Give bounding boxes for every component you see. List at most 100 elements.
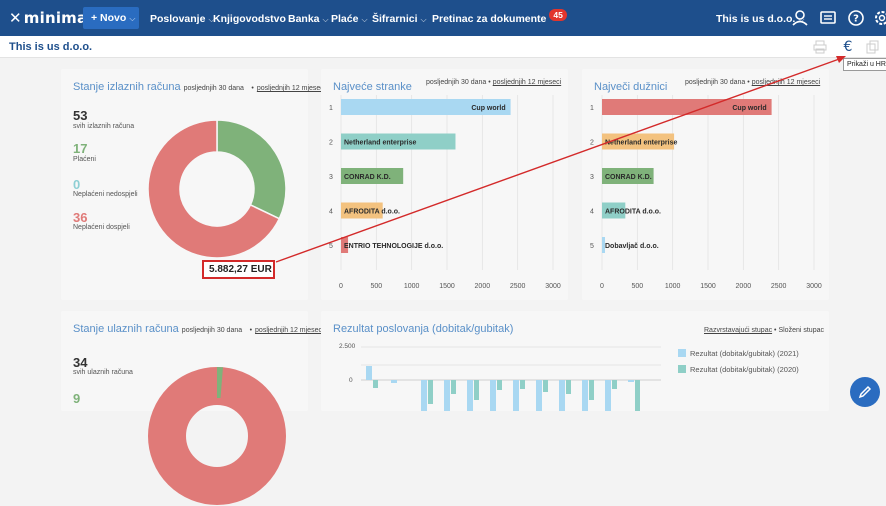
svg-text:€: € <box>844 39 853 55</box>
bar-label: CONRAD K.D. <box>605 174 652 181</box>
mode-stacked-link[interactable]: Složeni stupac <box>778 327 824 334</box>
chevron-down-icon: ⌵ <box>361 15 368 24</box>
top-clients-chart: 0 500 1000 1500 2000 2500 3000 1 Cup world 2 Nethe… <box>329 95 561 290</box>
period-12-link[interactable]: posljednjih 12 mjeseci <box>752 79 820 86</box>
menu-knjigovodstvo[interactable]: Knjigovodstvo ⌵ <box>213 13 295 25</box>
settings-icon[interactable] <box>872 8 886 28</box>
rank-label: 2 <box>590 140 594 147</box>
page-title: This is us d.o.o. <box>9 41 93 53</box>
chevron-down-icon: ⌵ <box>129 14 136 23</box>
menu-banka[interactable]: Banka ⌵ <box>288 13 329 25</box>
help-icon[interactable]: ? <box>846 8 866 28</box>
bar-label: AFRODITA d.o.o. <box>605 209 661 216</box>
outgoing-invoices-donut <box>147 119 287 259</box>
bar-label: Cup world <box>471 105 505 112</box>
rank-label: 3 <box>590 174 594 181</box>
result-chart-plot <box>361 346 661 411</box>
result-bar <box>559 380 565 411</box>
result-bar <box>391 380 397 383</box>
menu-place[interactable]: Plaće ⌵ <box>331 13 368 25</box>
x-tick-label: 1500 <box>439 283 455 290</box>
mode-grouped-link[interactable]: Razvrstavajući stupac <box>704 327 772 334</box>
result-bar <box>612 380 617 389</box>
period-12-link[interactable]: posljednjih 12 mjeseci <box>255 327 323 334</box>
rank-label: 4 <box>329 209 333 216</box>
x-tick-label: 1000 <box>404 283 420 290</box>
menu-sifrarnici[interactable]: Šifrarnici ⌵ <box>372 13 427 25</box>
x-tick-label: 3000 <box>806 283 822 290</box>
bar-label: Dobavljač d.o.o. <box>605 243 659 250</box>
stat-paid-label: Plaćeni <box>73 156 96 163</box>
pencil-icon <box>858 385 872 399</box>
currency-euro-icon[interactable]: € <box>840 38 856 55</box>
card-header: Stanje ulaznih računa posljednjih 30 dana… <box>73 319 324 337</box>
top-debtors-card: Največi dužnici posljednjih 30 dana • po… <box>582 69 829 300</box>
inbox-count-badge: 45 <box>549 9 567 21</box>
x-tick-label: 500 <box>631 283 643 290</box>
new-button[interactable]: + Novo ⌵ <box>83 7 139 29</box>
chevron-down-icon: ⌵ <box>420 15 427 24</box>
menu-poslovanje[interactable]: Poslovanje ⌵ <box>150 13 215 25</box>
menu-document-inbox[interactable]: Pretinac za dokumente 45 <box>432 9 567 25</box>
card-title: Stanje ulaznih računa <box>73 323 179 335</box>
x-tick-label: 2500 <box>771 283 787 290</box>
stat-unpaid-due-label: Neplaćeni dospjeli <box>73 224 130 231</box>
x-tick-label: 2000 <box>736 283 752 290</box>
result-bar <box>444 380 450 411</box>
bar-label: Cup world <box>732 105 766 112</box>
donut-segment-plaćeni <box>216 119 287 220</box>
result-bar <box>428 380 433 404</box>
legend-item-2020[interactable]: Rezultat (dobitak/gubitak) (2020) <box>678 365 799 374</box>
period-12-link[interactable]: posljednjih 12 mjeseci <box>493 79 561 86</box>
legend-swatch <box>678 349 686 357</box>
period-30-link[interactable]: posljednjih 30 dana <box>182 327 242 334</box>
period-30-link[interactable]: posljednjih 30 dana <box>426 79 486 86</box>
bar-label: Netherland enterprise <box>344 140 416 147</box>
bar-label: AFRODITA d.o.o. <box>344 209 400 216</box>
incoming-invoices-donut <box>148 367 286 505</box>
result-bar <box>605 380 611 411</box>
separator: • <box>251 85 254 92</box>
bar-label: Netherland enterprise <box>605 140 677 147</box>
legend-item-2021[interactable]: Rezultat (dobitak/gubitak) (2021) <box>678 349 799 358</box>
rank-label: 4 <box>590 209 594 216</box>
x-tick-label: 0 <box>600 283 604 290</box>
user-icon[interactable] <box>790 8 810 28</box>
x-tick-label: 1000 <box>665 283 681 290</box>
bar-label: ENTRIO TEHNOLOGIJE d.o.o. <box>344 243 443 250</box>
result-bar <box>467 380 473 411</box>
donut-segment-unpaid <box>148 367 286 505</box>
svg-text:?: ? <box>853 14 859 25</box>
card-title: Stanje izlaznih računa <box>73 81 181 93</box>
stat-unpaid-notdue-label: Neplaćeni nedospjeli <box>73 191 138 198</box>
currency-tooltip: Prikaži u HRK <box>843 58 886 71</box>
copy-icon[interactable] <box>866 40 880 54</box>
x-tick-label: 1500 <box>700 283 716 290</box>
rank-label: 1 <box>590 105 594 112</box>
card-header: Stanje izlaznih računa posljednjih 30 dan… <box>73 77 325 95</box>
period-30-link[interactable]: posljednjih 30 dana <box>685 79 745 86</box>
result-bar <box>497 380 502 390</box>
result-bar <box>474 380 479 400</box>
x-tick-label: 2500 <box>510 283 526 290</box>
separator: • <box>488 79 491 86</box>
messages-icon[interactable] <box>818 8 838 28</box>
rank-label: 5 <box>590 243 594 250</box>
y-tick-zero: 0 <box>349 377 353 384</box>
card-title: Najveće stranke <box>333 81 412 93</box>
card-header: Rezultat poslovanja (dobitak/gubitak) <box>333 319 513 337</box>
result-bar <box>490 380 496 411</box>
top-navigation-bar: ✕ minimax + Novo ⌵ Poslovanje ⌵ Knjigovodst… <box>0 0 886 36</box>
stat-paid-value: 17 <box>73 141 88 156</box>
top-debtors-chart: 0 500 1000 1500 2000 2500 3000 1 Cup world 2 Nethe… <box>590 95 822 290</box>
rank-label: 5 <box>329 243 333 250</box>
result-bar <box>566 380 571 394</box>
result-bar <box>373 380 378 388</box>
print-icon[interactable] <box>813 40 827 54</box>
period-12-link[interactable]: posljednjih 12 mjeseci <box>257 85 325 92</box>
rank-label: 3 <box>329 174 333 181</box>
period-30-link[interactable]: posljednjih 30 dana <box>184 85 244 92</box>
period-links: posljednjih 30 dana • posljednjih 12 mje… <box>426 79 561 86</box>
bar-label: CONRAD K.D. <box>344 174 391 181</box>
x-tick-label: 3000 <box>545 283 561 290</box>
